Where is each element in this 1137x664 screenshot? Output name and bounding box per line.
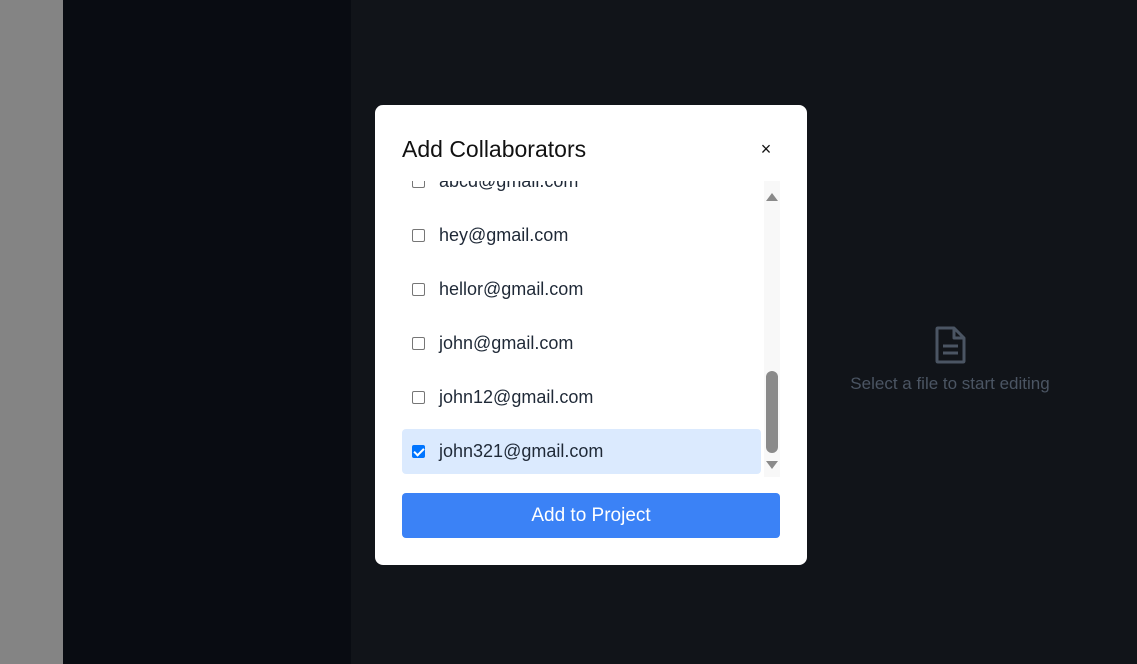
scroll-up-arrow-icon[interactable]	[766, 193, 778, 201]
collaborator-checkbox[interactable]	[412, 283, 425, 296]
backdrop-sidebar	[63, 0, 351, 664]
scroll-down-arrow-icon[interactable]	[766, 461, 778, 469]
app-window: Select a file to start editing Add Colla…	[0, 0, 1137, 664]
editor-empty-state: Select a file to start editing	[800, 326, 1100, 394]
file-text-icon	[800, 326, 1100, 364]
collaborator-list[interactable]: abcd@gmail.com hey@gmail.com hellor@gmail.…	[402, 181, 780, 477]
collaborator-checkbox[interactable]	[412, 337, 425, 350]
collaborator-row[interactable]: hellor@gmail.com	[402, 267, 761, 312]
collaborator-row[interactable]: abcd@gmail.com	[402, 181, 761, 204]
close-button[interactable]: ×	[756, 139, 776, 159]
collaborator-row[interactable]: john12@gmail.com	[402, 375, 761, 420]
backdrop-left-panel	[0, 0, 63, 664]
collaborator-row[interactable]: john321@gmail.com	[402, 429, 761, 474]
collaborator-list-content: abcd@gmail.com hey@gmail.com hellor@gmail.…	[402, 181, 761, 477]
collaborator-email: hellor@gmail.com	[439, 279, 584, 299]
collaborator-row[interactable]: hey@gmail.com	[402, 213, 761, 258]
collaborator-email: john321@gmail.com	[439, 441, 604, 461]
collaborator-email: abcd@gmail.com	[439, 181, 579, 191]
collaborator-checkbox[interactable]	[412, 181, 425, 188]
collaborator-checkbox[interactable]	[412, 445, 425, 458]
add-collaborators-modal: Add Collaborators × abcd@gmail.com hey@gm…	[375, 105, 807, 565]
collaborator-email: john@gmail.com	[439, 333, 574, 353]
collaborator-checkbox[interactable]	[412, 229, 425, 242]
scroll-thumb[interactable]	[766, 371, 778, 453]
collaborator-checkbox[interactable]	[412, 391, 425, 404]
collaborator-email: hey@gmail.com	[439, 225, 569, 245]
modal-title: Add Collaborators	[402, 136, 587, 162]
collaborator-email: john12@gmail.com	[439, 387, 594, 407]
empty-state-message: Select a file to start editing	[850, 374, 1050, 393]
collaborator-row[interactable]: john@gmail.com	[402, 321, 761, 366]
add-to-project-button[interactable]: Add to Project	[402, 493, 780, 538]
scrollbar[interactable]	[764, 181, 780, 477]
